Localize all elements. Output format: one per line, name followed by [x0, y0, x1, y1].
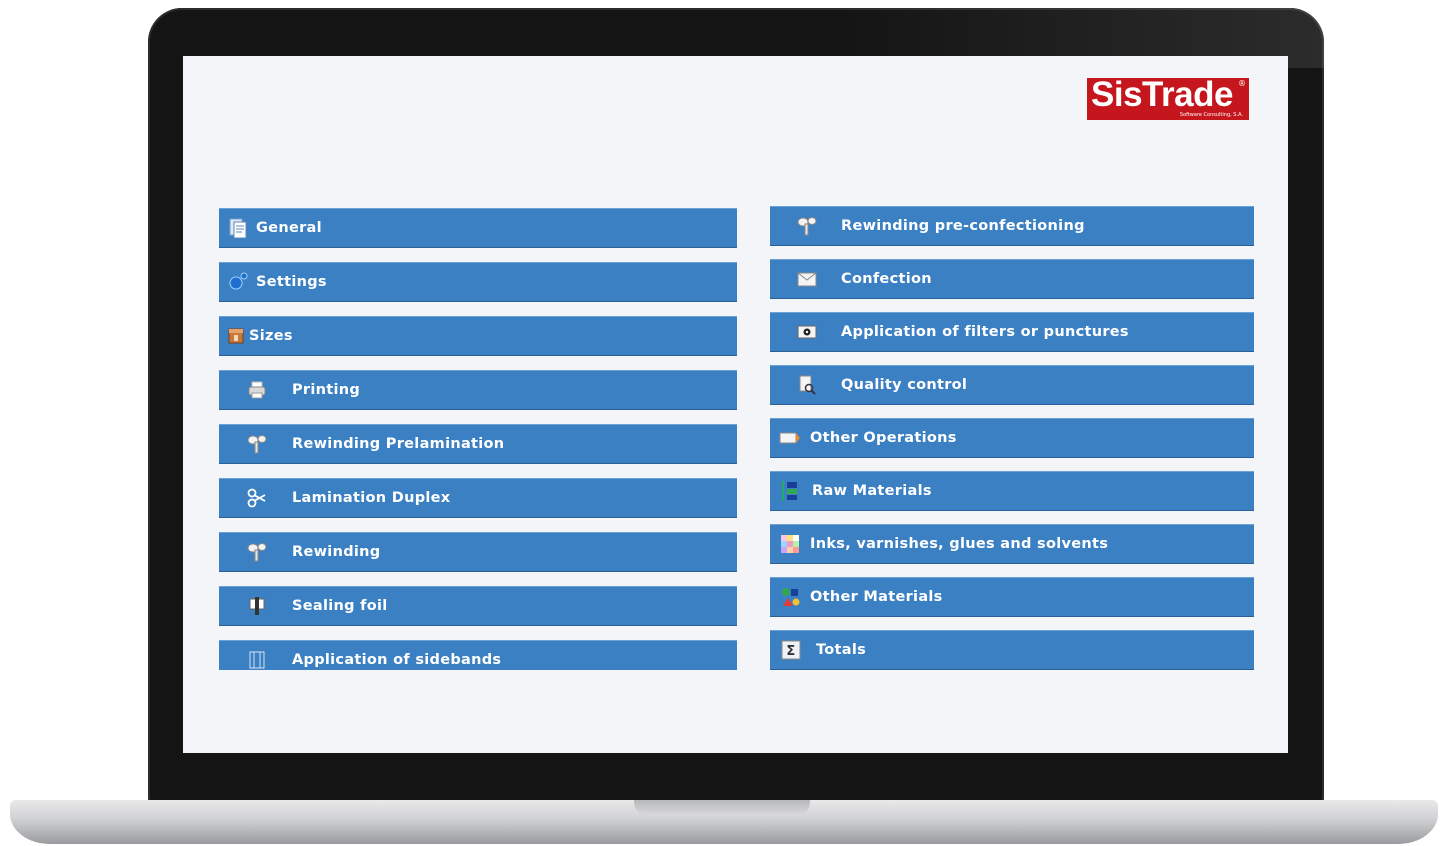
menu-label: Confection — [841, 271, 932, 287]
app-screen: SisTrade ® Software Consulting, S.A. Gen… — [183, 56, 1288, 753]
menu-label: Application of sidebands — [292, 652, 502, 668]
sistrade-logo: SisTrade ® Software Consulting, S.A. — [1087, 75, 1249, 120]
materials-icon — [779, 480, 801, 502]
menu-label: Lamination Duplex — [292, 490, 451, 506]
menu-item-application-of-filters[interactable]: Application of filters or punctures — [770, 312, 1254, 352]
menu-item-general[interactable]: General — [219, 208, 737, 248]
box-icon — [225, 325, 247, 347]
menu-item-rewinding[interactable]: Rewinding — [219, 532, 737, 572]
menu-label: Rewinding — [292, 544, 381, 560]
svg-text:Σ: Σ — [786, 644, 795, 659]
menu-item-lamination-duplex[interactable]: Lamination Duplex — [219, 478, 737, 518]
menu-label: Other Materials — [810, 589, 943, 605]
menu-item-totals[interactable]: Σ Totals — [770, 630, 1254, 670]
rewind-icon — [246, 433, 268, 455]
menu-item-settings[interactable]: Settings — [219, 262, 737, 302]
laptop-notch — [634, 800, 810, 816]
logo-registered-mark: ® — [1238, 79, 1246, 88]
menu-label: Quality control — [841, 377, 968, 393]
left-menu: General Settings Sizes Printing Rewindin… — [219, 208, 737, 670]
tag-icon — [779, 427, 801, 449]
seal-icon — [246, 595, 268, 617]
menu-label: Totals — [816, 642, 867, 658]
logo-tagline: Software Consulting, S.A. — [1179, 112, 1243, 118]
menu-item-sealing-foil[interactable]: Sealing foil — [219, 586, 737, 626]
menu-label: Settings — [256, 274, 327, 290]
menu-label: Other Operations — [810, 430, 957, 446]
sigma-icon: Σ — [780, 639, 802, 661]
shapes-icon — [779, 586, 801, 608]
menu-item-application-of-sidebands[interactable]: Application of sidebands — [219, 640, 737, 670]
inspect-icon — [796, 374, 818, 396]
rewind-icon — [796, 215, 818, 237]
envelope-icon — [796, 268, 818, 290]
menu-label: Application of filters or punctures — [841, 324, 1129, 340]
menu-label: Sizes — [249, 328, 293, 344]
menu-label: Rewinding Prelamination — [292, 436, 505, 452]
menu-item-inks-varnishes[interactable]: Inks, varnishes, glues and solvents — [770, 524, 1254, 564]
rewind-icon — [246, 541, 268, 563]
menu-item-rewinding-prelamination[interactable]: Rewinding Prelamination — [219, 424, 737, 464]
menu-item-other-operations[interactable]: Other Operations — [770, 418, 1254, 458]
menu-label: Raw Materials — [812, 483, 932, 499]
menu-label: Inks, varnishes, glues and solvents — [810, 536, 1109, 552]
menu-item-other-materials[interactable]: Other Materials — [770, 577, 1254, 617]
menu-label: General — [256, 220, 322, 236]
menu-item-raw-materials[interactable]: Raw Materials — [770, 471, 1254, 511]
gears-icon — [227, 271, 249, 293]
menu-label: Sealing foil — [292, 598, 388, 614]
scissors-icon — [246, 487, 268, 509]
menu-label: Printing — [292, 382, 361, 398]
printer-icon — [246, 379, 268, 401]
menu-label: Rewinding pre-confectioning — [841, 218, 1085, 234]
palette-icon — [779, 533, 801, 555]
menu-item-quality-control[interactable]: Quality control — [770, 365, 1254, 405]
menu-item-rewinding-pre-confectioning[interactable]: Rewinding pre-confectioning — [770, 206, 1254, 246]
menu-item-confection[interactable]: Confection — [770, 259, 1254, 299]
eye-icon — [796, 321, 818, 343]
logo-name: SisTrade — [1091, 75, 1233, 114]
documents-icon — [227, 217, 249, 239]
menu-item-printing[interactable]: Printing — [219, 370, 737, 410]
menu-item-sizes[interactable]: Sizes — [219, 316, 737, 356]
sidebands-icon — [246, 649, 268, 670]
